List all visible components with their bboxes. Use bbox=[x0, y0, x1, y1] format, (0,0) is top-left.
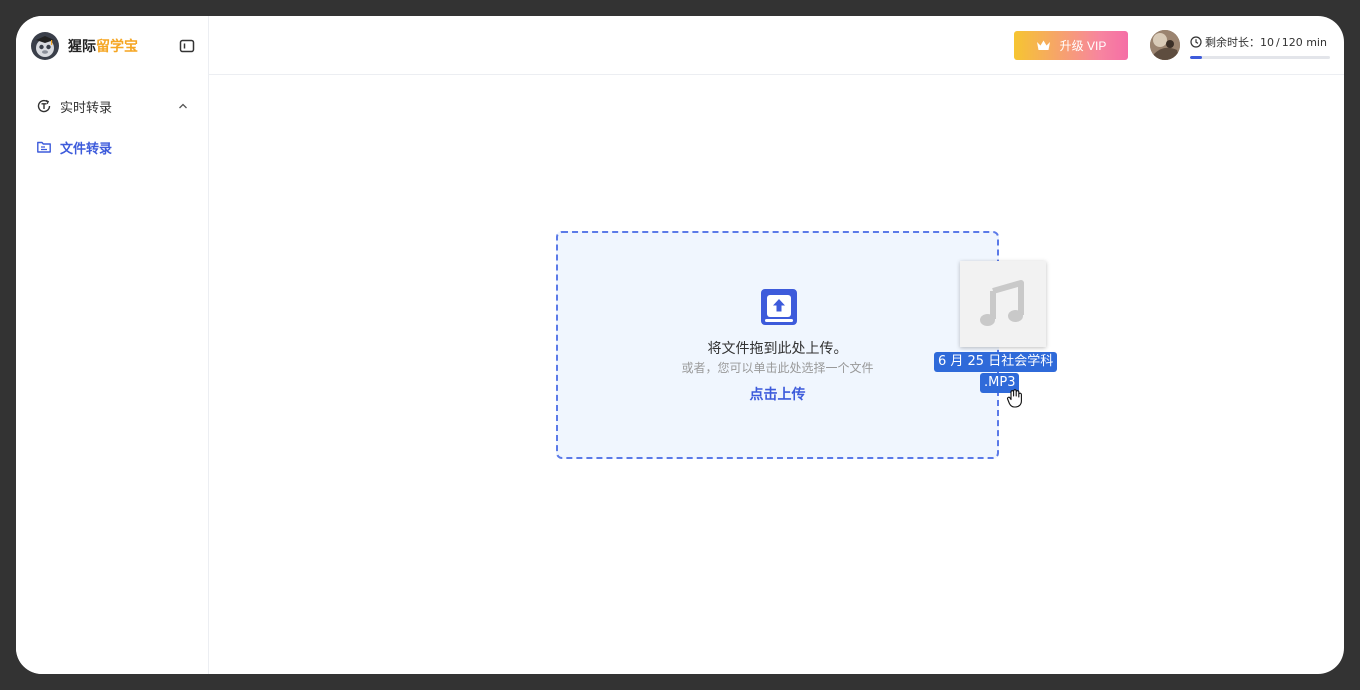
upload-title: 将文件拖到此处上传。 bbox=[707, 341, 848, 357]
brand-name: 猩际留学宝 bbox=[68, 36, 138, 56]
avatar-image bbox=[1150, 30, 1180, 60]
remaining-time-used: 10 bbox=[1260, 35, 1274, 49]
user-avatar[interactable] bbox=[1150, 30, 1180, 60]
upgrade-vip-button[interactable]: 升级 VIP bbox=[1014, 31, 1128, 60]
sidebar-item-file-transcribe[interactable]: 文件转录 bbox=[36, 136, 112, 158]
sidebar-toggle-icon[interactable] bbox=[179, 38, 195, 54]
chevron-up-icon[interactable] bbox=[176, 99, 190, 113]
remaining-time: 剩余时长： 10 / 120 min bbox=[1190, 34, 1330, 59]
remaining-time-label: 剩余时长： bbox=[1205, 36, 1260, 49]
upgrade-vip-label: 升级 VIP bbox=[1059, 39, 1107, 53]
upload-dropzone[interactable]: 将文件拖到此处上传。 或者，您可以单击此处选择一个文件 点击上传 bbox=[556, 231, 999, 459]
clock-icon bbox=[1190, 36, 1202, 48]
brand-name-part1: 猩际 bbox=[68, 39, 96, 55]
click-upload-link[interactable]: 点击上传 bbox=[558, 384, 997, 404]
remaining-time-total: 120 min bbox=[1281, 35, 1327, 49]
sidebar-item-realtime-transcribe[interactable]: 实时转录 bbox=[36, 95, 190, 117]
crown-icon bbox=[1036, 40, 1050, 50]
folder-icon bbox=[37, 141, 51, 153]
top-header: 升级 VIP 剩余时长： 10 / 120 min bbox=[209, 16, 1344, 75]
remaining-time-separator: / bbox=[1276, 35, 1280, 49]
sidebar: 猩际留学宝 实时转录 文件转录 bbox=[16, 16, 209, 674]
brand-logo-icon bbox=[31, 32, 59, 60]
remaining-time-progress bbox=[1190, 56, 1330, 59]
grab-cursor-icon bbox=[1007, 389, 1022, 408]
brand[interactable]: 猩际留学宝 bbox=[30, 30, 138, 62]
sidebar-item-label: 文件转录 bbox=[60, 141, 113, 157]
upload-subtitle: 或者，您可以单击此处选择一个文件 bbox=[681, 361, 874, 375]
upload-icon bbox=[761, 289, 797, 325]
realtime-transcribe-icon bbox=[37, 99, 51, 113]
remaining-time-progress-fill bbox=[1190, 56, 1202, 59]
dragged-file-thumbnail[interactable] bbox=[960, 261, 1046, 347]
dragged-file-name: 6 月 25 日社会学科 bbox=[934, 352, 1058, 372]
music-note-icon bbox=[980, 280, 1024, 326]
app-window: 猩际留学宝 实时转录 文件转录 升级 VIP 剩余时长： 10 / 120 mi… bbox=[16, 16, 1344, 674]
sidebar-item-label: 实时转录 bbox=[60, 100, 113, 116]
brand-name-part2: 留学宝 bbox=[96, 39, 138, 55]
